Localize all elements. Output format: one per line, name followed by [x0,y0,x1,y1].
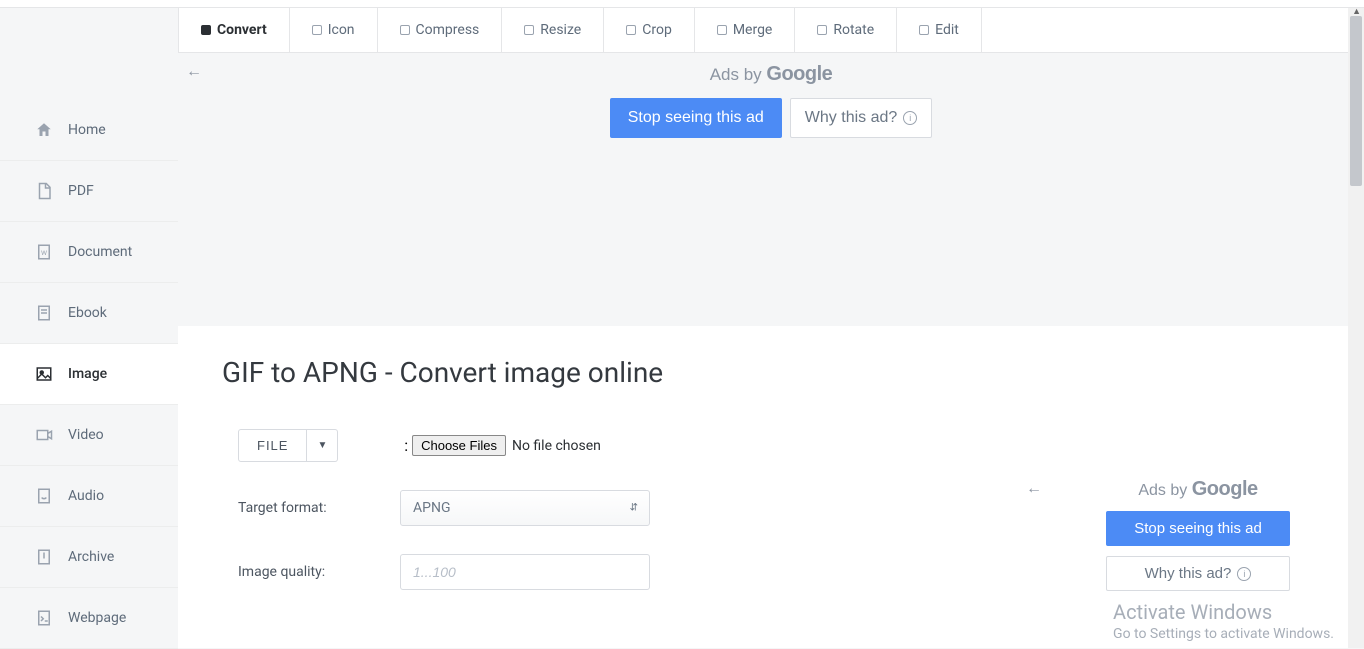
sidebar-item-video[interactable]: Video [0,405,178,466]
svg-text:W: W [41,249,47,257]
top-ad-area: ← Ads by Google Stop seeing this ad Why … [178,53,1364,326]
sidebar-item-home[interactable]: Home [0,100,178,161]
ads-by-text: Ads by [1138,482,1187,499]
file-label-wrap: FILE ▼ [238,429,400,462]
activate-windows-sub: Go to Settings to activate Windows. [1113,626,1334,642]
checkbox-icon [400,25,410,35]
tab-convert[interactable]: Convert [179,8,290,52]
sidebar-item-ebook[interactable]: Ebook [0,283,178,344]
activate-windows-title: Activate Windows [1113,600,1334,624]
stop-seeing-ad-button[interactable]: Stop seeing this ad [610,98,782,138]
file-source-button[interactable]: FILE [238,429,307,462]
page-title: GIF to APNG - Convert image online [222,356,1320,389]
image-quality-label: Image quality: [238,564,400,580]
sidebar-item-audio[interactable]: Audio [0,466,178,527]
image-quality-input[interactable] [400,554,650,590]
checkbox-icon [524,25,534,35]
sidebar-item-label: Audio [68,488,104,504]
tab-rotate[interactable]: Rotate [795,8,897,52]
archive-icon [34,547,54,567]
checkbox-icon [626,25,636,35]
sidebar-item-label: Webpage [68,610,126,626]
no-file-chosen-text: No file chosen [512,438,601,454]
tab-label: Edit [935,22,959,38]
arrow-left-icon[interactable]: ← [186,61,202,81]
scrollbar-track[interactable]: ▲ [1348,8,1364,648]
pdf-icon [34,181,54,201]
checkbox-icon [919,25,929,35]
google-logo: Google [1192,478,1258,500]
sidebar-item-pdf[interactable]: PDF [0,161,178,222]
stop-seeing-ad-button[interactable]: Stop seeing this ad [1106,511,1290,546]
checkbox-icon [817,25,827,35]
tab-label: Crop [642,22,672,38]
target-format-select[interactable]: APNG [400,490,650,526]
checkbox-icon [201,25,211,35]
tab-label: Merge [733,22,773,38]
side-ad-area: ← Ads by Google Stop seeing this ad Why … [1058,470,1338,597]
tab-compress[interactable]: Compress [378,8,503,52]
info-icon: i [1237,567,1251,581]
why-this-ad-button[interactable]: Why this ad? i [790,98,932,138]
file-source-dropdown[interactable]: ▼ [307,429,338,462]
image-icon [34,364,54,384]
checkbox-icon [717,25,727,35]
sidebar-item-label: Image [68,366,107,382]
video-icon [34,425,54,445]
sidebar-item-document[interactable]: W Document [0,222,178,283]
sidebar-item-image[interactable]: Image [0,344,178,405]
sidebar: Home PDF W Document Ebook Image [0,8,178,648]
tab-edit[interactable]: Edit [897,8,982,52]
sidebar-item-label: Ebook [68,305,107,321]
tab-resize[interactable]: Resize [502,8,604,52]
activate-windows-watermark: Activate Windows Go to Settings to activ… [1113,600,1334,642]
checkbox-icon [312,25,322,35]
home-icon [34,120,54,140]
sidebar-item-label: Document [68,244,132,260]
sidebar-item-archive[interactable]: Archive [0,527,178,588]
sidebar-item-label: Video [68,427,104,443]
ads-byline: Ads by Google [1070,478,1326,501]
top-strip [0,0,1364,8]
ebook-icon [34,303,54,323]
target-format-label: Target format: [238,500,400,516]
tab-label: Convert [217,22,267,38]
sidebar-item-webpage[interactable]: Webpage [0,588,178,649]
scrollbar-thumb[interactable] [1350,16,1362,186]
arrow-left-icon[interactable]: ← [1026,478,1042,498]
tab-label: Icon [328,22,355,38]
tab-merge[interactable]: Merge [695,8,796,52]
why-ad-label: Why this ad? [805,109,897,127]
why-ad-label: Why this ad? [1145,565,1232,582]
sidebar-item-label: Home [68,122,106,138]
tab-label: Compress [416,22,480,38]
ads-by-text: Ads by [710,65,762,84]
choose-files-button[interactable]: Choose Files [412,435,506,456]
info-icon: i [903,111,917,125]
why-this-ad-button[interactable]: Why this ad? i [1106,556,1290,591]
ads-byline: Ads by Google [178,63,1364,86]
audio-icon [34,486,54,506]
tabs-bar: Convert Icon Compress Resize Crop Merge … [178,8,1364,53]
file-colon: : [404,436,408,455]
webpage-icon [34,608,54,628]
google-logo: Google [766,63,832,85]
sidebar-item-label: PDF [68,183,94,199]
tab-icon[interactable]: Icon [290,8,378,52]
tab-label: Resize [540,22,581,38]
sidebar-item-label: Archive [68,549,114,565]
tab-crop[interactable]: Crop [604,8,695,52]
document-icon: W [34,242,54,262]
tab-label: Rotate [833,22,874,38]
